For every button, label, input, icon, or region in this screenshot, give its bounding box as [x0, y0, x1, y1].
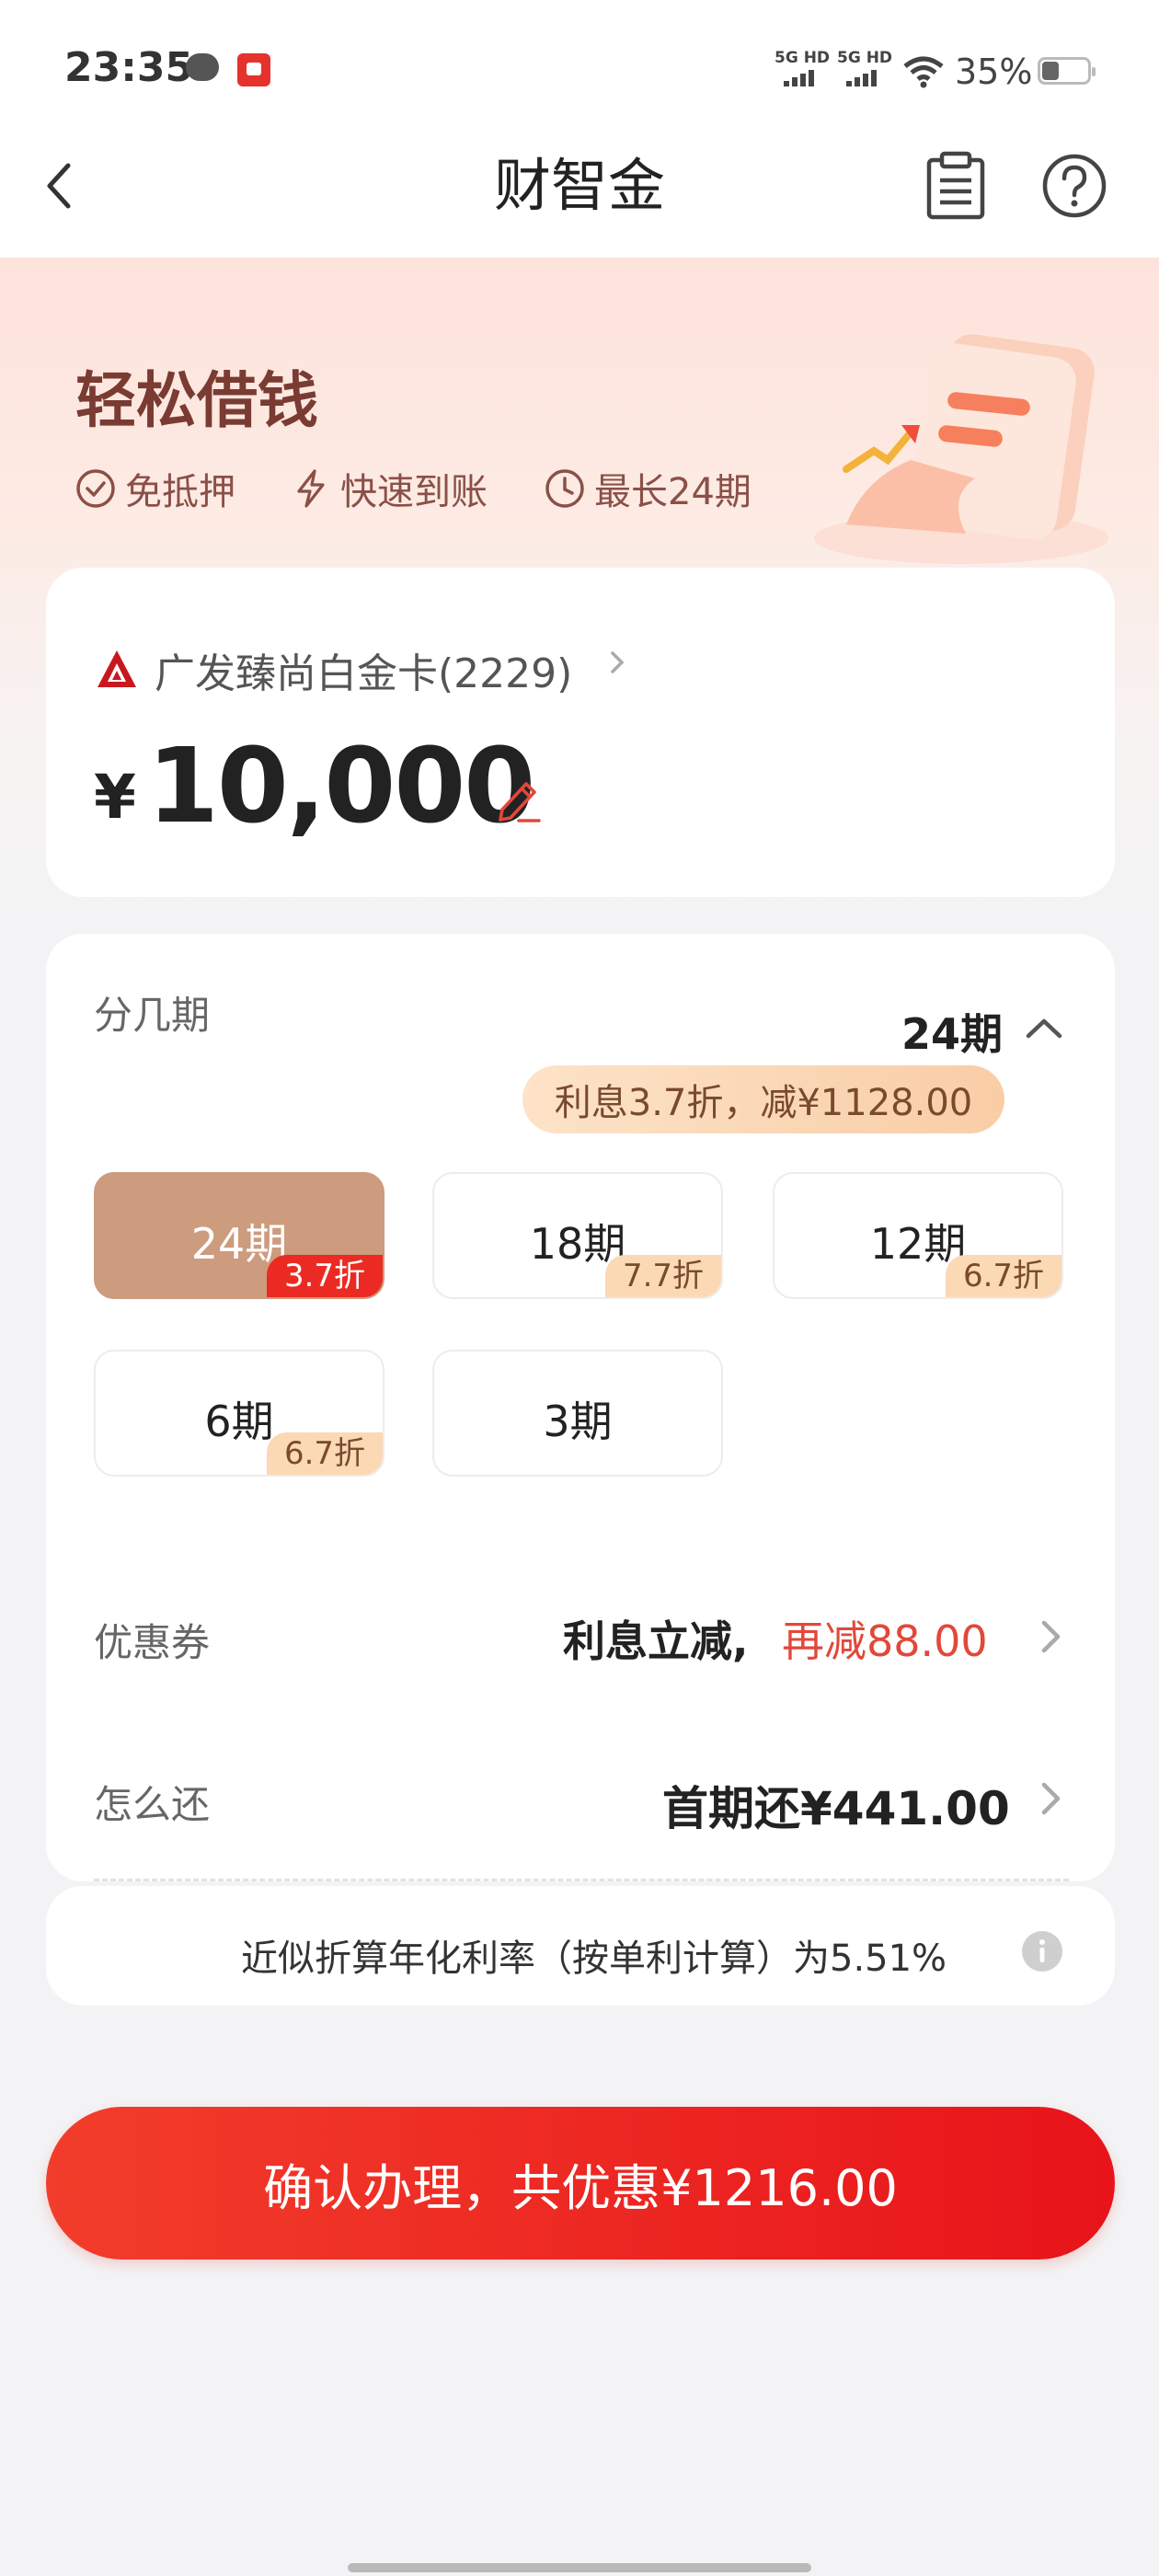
- installment-option-3[interactable]: 3期: [432, 1350, 723, 1477]
- repay-label: 怎么还: [94, 1782, 211, 1827]
- receipt-illustration: [809, 322, 1113, 570]
- chevron-up-icon[interactable]: [1023, 1010, 1065, 1047]
- installment-label: 分几期: [94, 993, 211, 1038]
- question-circle-icon[interactable]: [1041, 153, 1107, 219]
- chevron-right-icon[interactable]: [1036, 1612, 1067, 1662]
- signal-icon-sim2: 5G HD: [837, 50, 892, 86]
- installment-option-12[interactable]: 12期 6.7折: [773, 1172, 1063, 1299]
- lightning-icon: [297, 469, 325, 508]
- app-notification-icon: [237, 53, 270, 86]
- divider: [94, 1879, 1069, 1881]
- status-time: 23:35: [64, 44, 194, 91]
- edit-pencil-icon[interactable]: [493, 773, 545, 824]
- coupon-value[interactable]: 利息立减,: [563, 1608, 748, 1669]
- info-icon[interactable]: [1021, 1930, 1063, 1972]
- installment-option-6[interactable]: 6期 6.7折: [94, 1350, 384, 1477]
- feature-no-collateral: 免抵押: [75, 462, 235, 515]
- battery-percent: 35%: [955, 52, 1033, 92]
- hero-title: 轻松借钱: [75, 365, 318, 436]
- selected-installment[interactable]: 24期: [901, 1001, 1003, 1062]
- check-circle-icon: [76, 469, 115, 508]
- message-notification-icon: [186, 53, 219, 81]
- currency-symbol: ¥: [94, 762, 136, 833]
- bank-card-selector[interactable]: 广发臻尚白金卡(2229): [155, 640, 572, 699]
- wifi-icon: [903, 55, 944, 94]
- confirm-button[interactable]: 确认办理，共优惠¥1216.00: [46, 2107, 1115, 2260]
- loan-amount[interactable]: 10,000: [147, 727, 535, 846]
- battery-icon: [1038, 57, 1096, 85]
- discount-tag: 7.7折: [605, 1255, 721, 1297]
- discount-tag: 6.7折: [946, 1255, 1061, 1297]
- discount-tag: 3.7折: [267, 1255, 383, 1297]
- bank-logo-icon: [96, 649, 138, 691]
- annual-rate-text: 近似折算年化利率（按单利计算）为5.51%: [241, 1938, 947, 1980]
- installment-option-18[interactable]: 18期 7.7折: [432, 1172, 723, 1299]
- clock-icon: [545, 469, 584, 508]
- clipboard-icon[interactable]: [924, 151, 988, 221]
- first-repayment[interactable]: 首期还¥441.00: [662, 1772, 1010, 1838]
- feature-max-term: 最长24期: [545, 462, 752, 515]
- chevron-right-icon[interactable]: [1036, 1774, 1067, 1823]
- coupon-extra-discount[interactable]: 再减88.00: [782, 1608, 988, 1669]
- discount-tag: 6.7折: [267, 1432, 383, 1475]
- feature-fast-arrival: 快速到账: [291, 462, 488, 515]
- chevron-right-icon[interactable]: [607, 644, 629, 690]
- installment-option-24[interactable]: 24期 3.7折: [94, 1172, 384, 1299]
- interest-discount-badge: 利息3.7折，减¥1128.00: [522, 1065, 1004, 1133]
- home-indicator[interactable]: [348, 2563, 811, 2572]
- coupon-label: 优惠券: [94, 1620, 211, 1665]
- signal-icon-sim1: 5G HD: [775, 50, 830, 86]
